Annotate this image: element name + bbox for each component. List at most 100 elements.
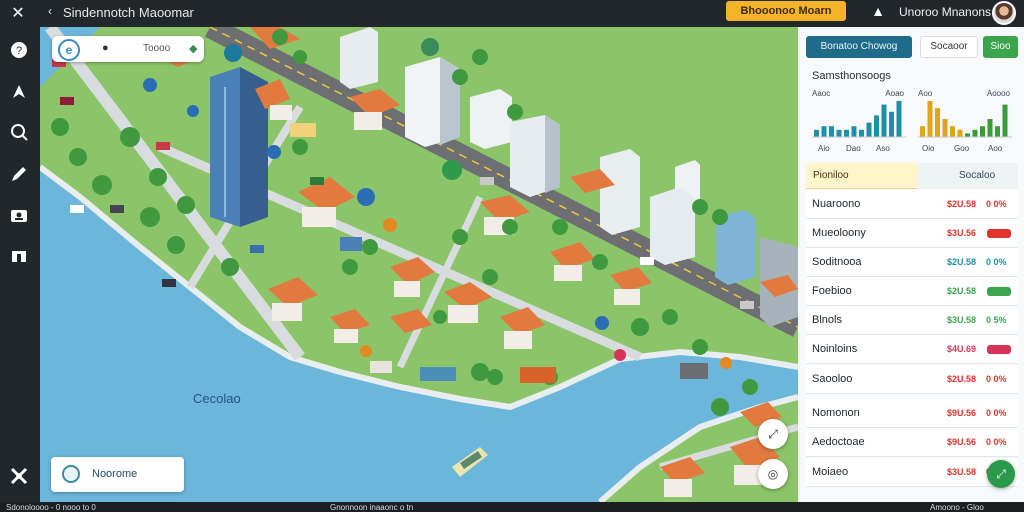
chart-bar	[987, 119, 993, 137]
app-title: Sindennotch Maoomar	[63, 5, 194, 20]
row-name: Moiaeo	[812, 466, 849, 478]
chart-bar	[851, 126, 857, 137]
row-name: Saooloo	[812, 373, 853, 385]
x-tick: Aoo	[988, 144, 1003, 153]
x-tick: Oio	[922, 144, 935, 153]
avatar[interactable]	[992, 1, 1016, 25]
primary-action-button[interactable]: Bhooonoo Moarn	[726, 1, 846, 21]
row-value: $2U.58	[947, 374, 977, 384]
x-tick: Aio	[818, 144, 830, 153]
map-illustration	[40, 27, 798, 502]
chart-bar	[980, 126, 985, 137]
x-tick: Dao	[846, 144, 861, 153]
status-mid: Gnonnoon inaaonc o tn	[330, 503, 414, 512]
row-percent: 0 0%	[986, 408, 1007, 418]
edit-pen-icon[interactable]	[8, 163, 30, 185]
compass-icon[interactable]: ⤢	[758, 419, 788, 449]
chart-bar	[821, 126, 827, 137]
chart-bars	[812, 101, 906, 138]
locate-icon[interactable]: ◎	[758, 459, 788, 489]
row-value: $3U.58	[947, 467, 977, 477]
status-bar-indicator	[987, 229, 1011, 238]
row-value: $2U.58	[947, 286, 977, 296]
row-value: $3U.58	[947, 315, 977, 325]
filter-icon[interactable]: ◆	[189, 42, 197, 55]
row-percent: 0 0%	[986, 437, 1007, 447]
chart-bar	[942, 119, 948, 137]
x-tick: Aso	[876, 144, 890, 153]
layer-icon	[62, 465, 80, 483]
close-icon[interactable]: ✕	[8, 4, 28, 24]
row-value: $2U.58	[947, 257, 977, 267]
chart-bar	[1002, 104, 1008, 137]
chart-bar	[896, 101, 902, 137]
map-logo-icon: e	[58, 39, 80, 61]
search-map-icon[interactable]	[8, 121, 30, 143]
mini-chart-2: Aoo Aoooo Oio Goo Aoo	[918, 89, 1018, 153]
city-map[interactable]: e ● Toooo ◆ Cecolao Noorome ⤢ ◎	[40, 27, 798, 502]
table-row[interactable]: Blnols $3U.58 0 5%	[806, 306, 1018, 335]
left-rail: ?	[0, 27, 40, 502]
id-card-icon[interactable]	[8, 205, 30, 227]
chart-bar	[836, 129, 842, 137]
user-name: Unoroo Mnanons	[899, 5, 992, 19]
stats-panel: Bonatoo Chowog Socaoor Sioo Samsthonsoog…	[798, 27, 1024, 502]
chart-bar	[920, 126, 925, 137]
table-row[interactable]: Mueoloony $3U.56	[806, 219, 1018, 248]
row-percent: 0 5%	[986, 315, 1007, 325]
row-name: Mueoloony	[812, 227, 866, 239]
search-input[interactable]: Toooo	[143, 43, 170, 54]
column-header-value[interactable]: Socaloo	[917, 163, 1018, 189]
map-search-bar[interactable]: e ● Toooo ◆	[52, 36, 204, 62]
expand-icon[interactable]: ⤢	[987, 460, 1015, 488]
row-value: $9U.56	[947, 408, 977, 418]
chart-bar	[881, 104, 887, 137]
location-share-icon[interactable]	[8, 81, 30, 103]
table-row[interactable]: Soditnooa $2U.58 0 0%	[806, 248, 1018, 277]
chart-bar	[995, 126, 1000, 137]
top-bar: ✕ ‹ Sindennotch Maoomar Bhooonoo Moarn ▲…	[0, 0, 1024, 27]
table-row[interactable]: Saooloo $2U.58 0 0%	[806, 365, 1018, 394]
tab-overview[interactable]: Bonatoo Chowog	[806, 36, 912, 58]
row-name: Foebioo	[812, 285, 852, 297]
table-row[interactable]: Nuaroono $2U.58 0 0%	[806, 190, 1018, 219]
table-row[interactable]: Aedoctoae $9U.56 0 0%	[806, 428, 1018, 457]
tools-icon[interactable]	[8, 465, 30, 487]
chart-bar	[957, 129, 963, 137]
table-row[interactable]: Noinloins $4U.69	[806, 335, 1018, 364]
row-percent: 0 0%	[986, 374, 1007, 384]
map-card-label: Noorome	[92, 468, 138, 480]
row-name: Nuaroono	[812, 198, 861, 210]
status-right: Amoono - Gloo	[930, 503, 984, 512]
chart-bar	[844, 129, 849, 137]
status-bar-indicator	[987, 345, 1011, 354]
row-percent: 0 0%	[986, 199, 1007, 209]
chart-bar	[866, 122, 872, 137]
row-value: $3U.56	[947, 228, 977, 238]
map-pin-icon[interactable]: ●	[102, 42, 114, 54]
chart-bar	[965, 133, 970, 137]
ocean-label: Cecolao	[193, 391, 241, 406]
chart-bar	[859, 129, 864, 137]
chart-bar	[927, 101, 933, 137]
map-info-card[interactable]: Noorome	[51, 457, 184, 492]
status-bar: Sdonoloooo - 0 nooo to 0 Gnonnoon inaaon…	[0, 502, 1024, 512]
info-icon[interactable]: ?	[8, 39, 30, 61]
column-header-name[interactable]: Pioniloo	[806, 163, 917, 189]
tab-secondary[interactable]: Socaoor	[920, 36, 978, 58]
row-name: Aedoctoae	[812, 436, 865, 448]
row-name: Soditnooa	[812, 256, 862, 268]
chart-bar	[950, 126, 955, 137]
tab-green[interactable]: Sioo	[983, 36, 1018, 58]
table-row[interactable]: Nomonon $9U.56 0 0%	[806, 399, 1018, 428]
arrow-up-icon[interactable]: ▲	[867, 3, 889, 23]
layers-icon[interactable]	[8, 245, 30, 267]
chart-bar	[814, 129, 819, 137]
row-name: Blnols	[812, 314, 842, 326]
table-header: Pioniloo Socaloo	[806, 163, 1018, 189]
chart-bar	[874, 115, 879, 137]
status-left: Sdonoloooo - 0 nooo to 0	[6, 503, 96, 512]
section-title: Samsthonsoogs	[812, 70, 891, 82]
chevron-left-icon[interactable]: ‹	[48, 4, 52, 18]
table-row[interactable]: Foebioo $2U.58	[806, 277, 1018, 306]
